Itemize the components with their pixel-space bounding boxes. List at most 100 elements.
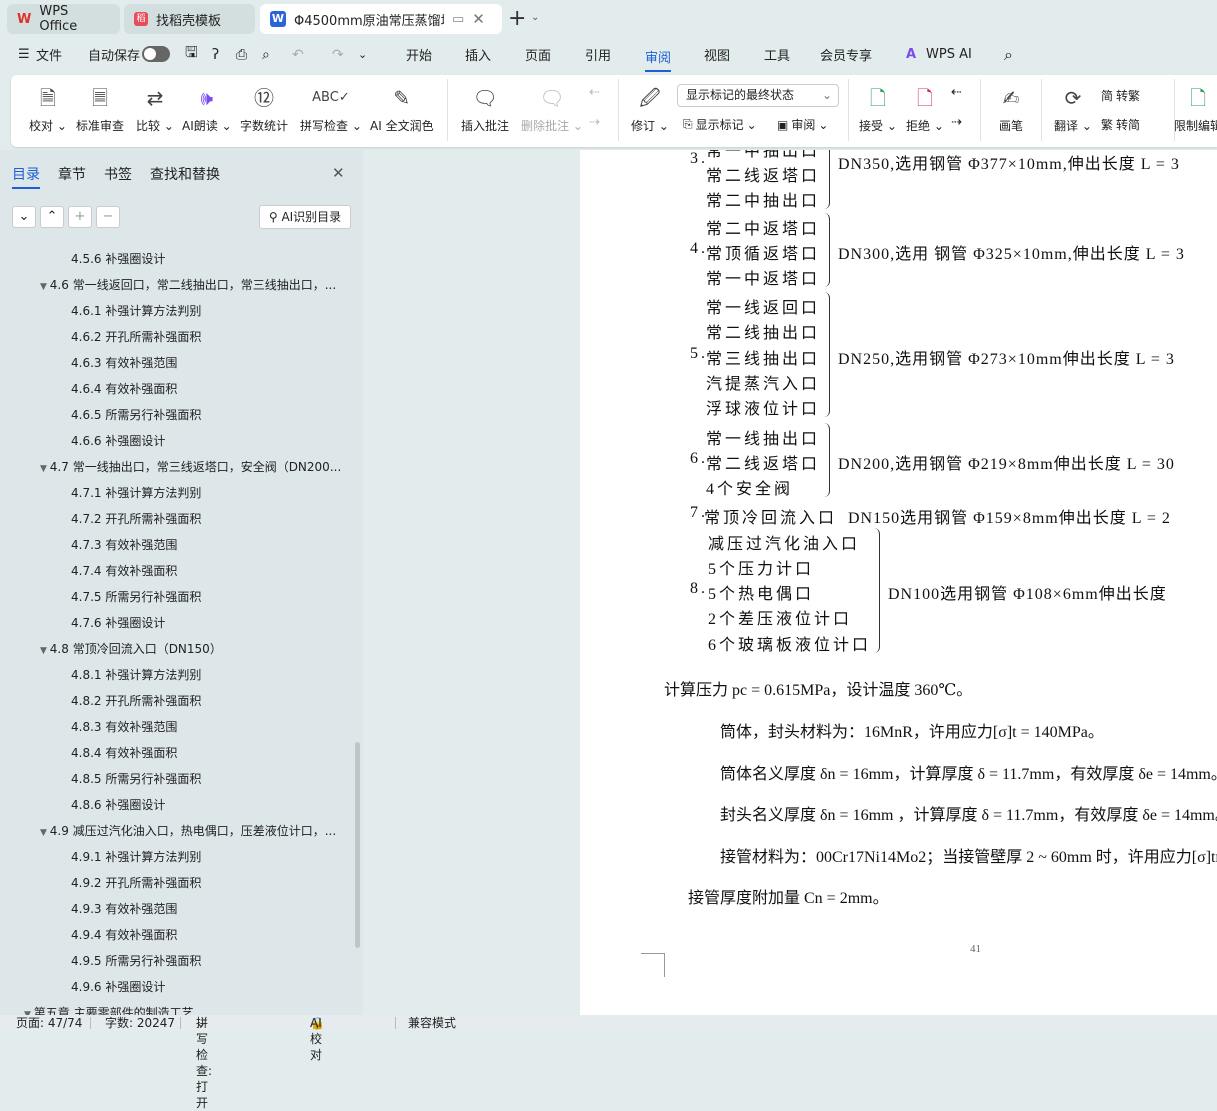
toc-item[interactable]: 4.8.3 有效补强范围 xyxy=(0,714,350,740)
menu-view[interactable]: 视图 xyxy=(704,45,730,64)
track-changes-button[interactable]: 🖉 修订 ⌄ xyxy=(631,83,669,134)
toc-item[interactable]: 4.8.4 有效补强面积 xyxy=(0,740,350,766)
toc-item[interactable]: 4.5.6 补强圈设计 xyxy=(0,246,350,272)
toc-item[interactable]: 4.9.5 所需另行补强面积 xyxy=(0,948,350,974)
new-tab-button[interactable]: + xyxy=(508,6,526,31)
menu-wps-ai[interactable]: WPS AI xyxy=(926,47,972,62)
prev-change-icon[interactable]: ⇠ xyxy=(951,85,962,100)
accept-button[interactable]: 🗋 接受 ⌄ xyxy=(859,83,897,134)
word-count-button[interactable]: ⑫ 字数统计 xyxy=(240,83,288,134)
document-page[interactable]: 常一中抽出口 常二线返塔口 常二中抽出口 3. DN350,选用钢管 Φ377×10mm… xyxy=(580,150,1217,1015)
screen-icon[interactable]: ▭ xyxy=(452,12,464,27)
add-heading-button[interactable]: + xyxy=(68,206,92,228)
toc-item[interactable]: 4.6.6 补强圈设计 xyxy=(0,428,350,454)
pen-button[interactable]: ✍ 画笔 xyxy=(999,83,1023,134)
toc-item[interactable]: ▼ 4.7 常一线抽出口，常三线返塔口，安全阀（DN200... xyxy=(0,454,350,480)
to-traditional-button[interactable]: 简转繁 xyxy=(1101,87,1140,104)
undo-icon[interactable]: ↶ xyxy=(292,47,304,63)
toc-item[interactable]: 4.8.6 补强圈设计 xyxy=(0,792,350,818)
expand-triangle-icon[interactable]: ▼ xyxy=(40,282,50,292)
chevron-down-icon[interactable]: ⌄ xyxy=(531,12,539,23)
toc-item[interactable]: 4.7.2 开孔所需补强面积 xyxy=(0,506,350,532)
hamburger-icon[interactable]: ☰ xyxy=(18,47,30,62)
toc-item[interactable]: 4.7.6 补强圈设计 xyxy=(0,610,350,636)
toc-item[interactable]: ▼ 4.9 减压过汽化油入口，热电偶口，压差液位计口，... xyxy=(0,818,350,844)
tab-docer-templates[interactable]: 稻 找稻壳模板 xyxy=(124,4,255,34)
delete-comment-button[interactable]: 🗨 删除批注 ⌄ xyxy=(521,83,583,134)
insert-comment-button[interactable]: 🗨 插入批注 xyxy=(461,83,509,134)
menu-review[interactable]: 审阅 xyxy=(645,47,672,72)
close-icon[interactable]: ✕ xyxy=(472,10,485,28)
compare-button[interactable]: ⇄ 比较 ⌄ xyxy=(136,83,174,134)
spell-check-status[interactable]: 拼写检查: 打开 ⌄ xyxy=(196,1015,212,1110)
expand-triangle-icon[interactable]: ▼ xyxy=(40,828,50,838)
toc-item[interactable]: 4.8.1 补强计算方法判别 xyxy=(0,662,350,688)
toc-item[interactable]: 4.7.4 有效补强面积 xyxy=(0,558,350,584)
redo-icon[interactable]: ↷ xyxy=(332,47,344,63)
next-comment-icon[interactable]: ⇢ xyxy=(589,115,600,130)
to-simplified-button[interactable]: 繁转简 xyxy=(1101,116,1140,133)
page-indicator[interactable]: 页面: 47/74 xyxy=(16,1015,82,1031)
scrollbar[interactable] xyxy=(355,742,360,948)
more-chevron-icon[interactable]: ⌄ xyxy=(358,48,367,61)
proofread-button[interactable]: 🗎 校对 ⌄ xyxy=(29,83,67,134)
menu-references[interactable]: 引用 xyxy=(585,45,611,64)
toc-item[interactable]: 4.7.3 有效补强范围 xyxy=(0,532,350,558)
spell-check-button[interactable]: ABC✓ 拼写检查 ⌄ xyxy=(300,83,362,134)
menu-file[interactable]: 文件 xyxy=(36,45,62,64)
toc-item[interactable]: 4.6.2 开孔所需补强面积 xyxy=(0,324,350,350)
toc-item[interactable]: ▼ 4.8 常顶冷回流入口（DN150） xyxy=(0,636,350,662)
nav-tab-toc[interactable]: 目录 xyxy=(12,164,40,189)
ai-polish-button[interactable]: ✎ AI 全文润色 xyxy=(370,83,434,134)
ai-read-button[interactable]: 🕪 AI朗读 ⌄ xyxy=(182,83,232,134)
toc-item[interactable]: 4.9.2 开孔所需补强面积 xyxy=(0,870,350,896)
word-count[interactable]: 字数: 20247 xyxy=(105,1015,175,1031)
toc-item[interactable]: 4.9.4 有效补强面积 xyxy=(0,922,350,948)
menu-membership[interactable]: 会员专享 xyxy=(820,45,872,64)
toc-item[interactable]: 4.8.5 所需另行补强面积 xyxy=(0,766,350,792)
expand-triangle-icon[interactable]: ▼ xyxy=(40,464,50,474)
review-pane-button[interactable]: ▣ 审阅 ⌄ xyxy=(777,116,828,133)
expand-triangle-icon[interactable]: ▼ xyxy=(40,646,50,656)
restrict-editing-button[interactable]: 🗋 限制编辑 xyxy=(1174,83,1217,134)
menu-insert[interactable]: 插入 xyxy=(465,45,491,64)
ai-check-status[interactable]: 🔒 AI 校对 ⌄ xyxy=(310,1015,325,1062)
show-markup-button[interactable]: ⎘ 显示标记 ⌄ xyxy=(683,116,757,133)
nav-tab-chapters[interactable]: 章节 xyxy=(58,164,86,184)
search-icon[interactable]: ⌕ xyxy=(1004,45,1013,65)
toc-item[interactable]: 4.9.1 补强计算方法判别 xyxy=(0,844,350,870)
close-icon[interactable]: ✕ xyxy=(332,164,345,182)
toc-item[interactable]: 4.6.5 所需另行补强面积 xyxy=(0,402,350,428)
expand-button[interactable]: ⌃ xyxy=(40,206,64,228)
share-icon[interactable]: ʔ xyxy=(212,47,219,63)
toc-item[interactable]: 4.6.4 有效补强面积 xyxy=(0,376,350,402)
ai-toc-button[interactable]: ⚲ AI识别目录 xyxy=(259,205,351,229)
menu-home[interactable]: 开始 xyxy=(406,45,432,64)
tab-document[interactable]: W Φ4500mm原油常压蒸馏塔机 ▭ ✕ xyxy=(260,4,502,34)
print-icon[interactable]: ⎙ xyxy=(236,47,247,63)
standard-review-button[interactable]: 🗏 标准审查 xyxy=(76,83,124,134)
print-preview-icon[interactable]: ⌕ xyxy=(262,47,270,63)
toc-item[interactable]: 4.9.6 补强圈设计 xyxy=(0,974,350,1000)
toc-item[interactable]: 4.6.3 有效补强范围 xyxy=(0,350,350,376)
toc-item[interactable]: 4.6.1 补强计算方法判别 xyxy=(0,298,350,324)
collapse-button[interactable]: ⌄ xyxy=(12,206,36,228)
nav-tab-find-replace[interactable]: 查找和替换 xyxy=(150,164,220,184)
toc-item[interactable]: 4.7.1 补强计算方法判别 xyxy=(0,480,350,506)
toc-item[interactable]: 4.8.2 开孔所需补强面积 xyxy=(0,688,350,714)
toc-item[interactable]: 4.9.3 有效补强范围 xyxy=(0,896,350,922)
markup-display-select[interactable]: 显示标记的最终状态 ⌄ xyxy=(677,84,839,107)
prev-comment-icon[interactable]: ⇠ xyxy=(589,85,600,100)
nav-tab-bookmarks[interactable]: 书签 xyxy=(104,164,132,184)
toc-item[interactable]: ▼ 4.6 常一线返回口，常二线抽出口，常三线抽出口，... xyxy=(0,272,350,298)
next-change-icon[interactable]: ⇢ xyxy=(951,115,962,130)
menu-page[interactable]: 页面 xyxy=(525,45,551,64)
reject-button[interactable]: 🗋 拒绝 ⌄ xyxy=(906,83,944,134)
tab-wps-office[interactable]: W WPS Office xyxy=(7,4,120,34)
autosave-toggle[interactable] xyxy=(142,46,170,62)
toc-item[interactable]: 4.7.5 所需另行补强面积 xyxy=(0,584,350,610)
menu-tools[interactable]: 工具 xyxy=(764,45,790,64)
remove-heading-button[interactable]: − xyxy=(96,206,120,228)
save-icon[interactable]: 🖫 xyxy=(185,42,198,67)
translate-button[interactable]: ⟳ 翻译 ⌄ xyxy=(1054,83,1092,134)
